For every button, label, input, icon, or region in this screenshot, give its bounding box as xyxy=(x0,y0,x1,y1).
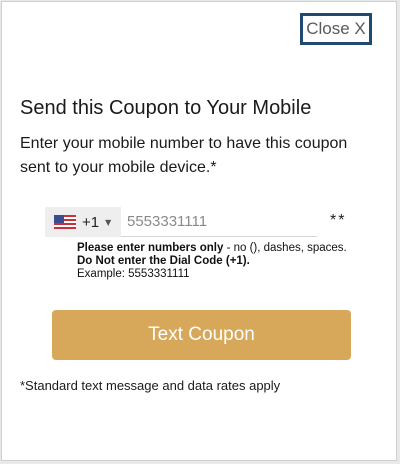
help-line-1-rest: - no (), dashes, spaces. xyxy=(223,242,347,254)
coupon-modal: Close X Send this Coupon to Your Mobile … xyxy=(1,1,397,461)
required-marker: ** xyxy=(330,212,347,229)
help-line-2: Do Not enter the Dial Code (+1). xyxy=(77,255,397,268)
modal-title: Send this Coupon to Your Mobile xyxy=(20,97,312,119)
modal-description: Enter your mobile number to have this co… xyxy=(20,135,348,176)
chevron-down-icon: ▼ xyxy=(105,217,112,227)
phone-number-input[interactable] xyxy=(121,207,317,236)
phone-field-group: +1 ▼ xyxy=(45,207,317,237)
help-line-3: Example: 5553331111 xyxy=(77,268,190,280)
help-line-1: Please enter numbers only - no (), dashe… xyxy=(77,242,397,255)
us-flag-icon xyxy=(54,215,76,229)
phone-help-text: Please enter numbers only - no (), dashe… xyxy=(77,242,397,281)
close-button[interactable]: Close X xyxy=(300,13,372,45)
rates-footnote: *Standard text message and data rates ap… xyxy=(20,378,281,393)
dial-code: +1 xyxy=(82,213,100,231)
text-coupon-button[interactable]: Text Coupon xyxy=(52,310,351,360)
help-line-1-bold: Please enter numbers only xyxy=(77,242,224,254)
help-line-2-bold: Do Not enter the Dial Code (+1). xyxy=(77,255,250,267)
country-code-select[interactable]: +1 ▼ xyxy=(45,207,121,237)
